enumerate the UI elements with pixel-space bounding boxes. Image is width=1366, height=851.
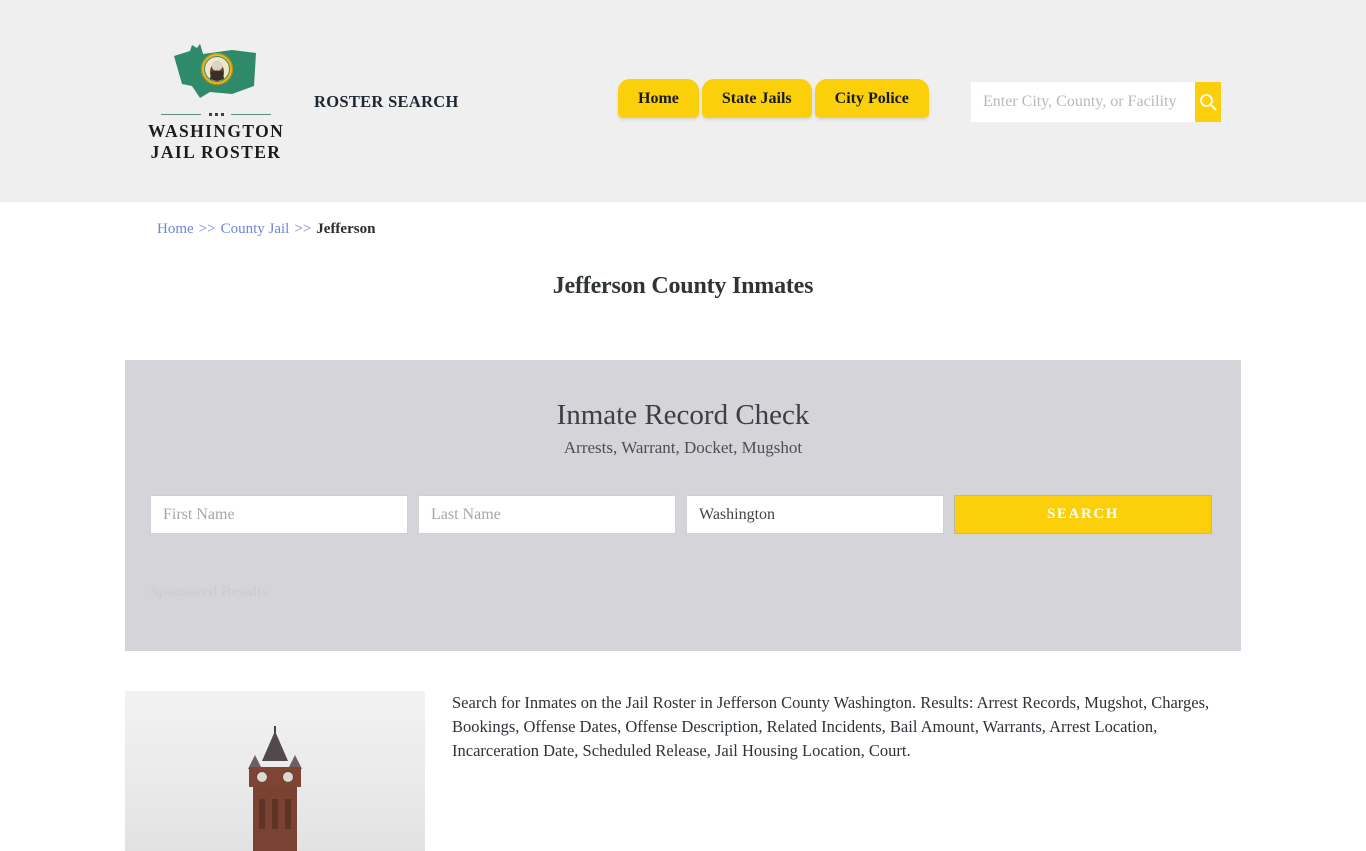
nav-item-city-police[interactable]: City Police bbox=[814, 79, 929, 118]
courthouse-photo bbox=[125, 691, 425, 851]
page-title: Jefferson County Inmates bbox=[552, 273, 814, 299]
last-name-input[interactable] bbox=[418, 495, 676, 534]
nav-item-home[interactable]: Home bbox=[618, 79, 699, 118]
main-navigation: Home State Jails City Police bbox=[618, 79, 932, 118]
page-description: Search for Inmates on the Jail Roster in… bbox=[452, 693, 1210, 760]
nav-item-state-jails[interactable]: State Jails bbox=[701, 79, 812, 118]
breadcrumb-separator: >> bbox=[294, 221, 312, 237]
first-name-input[interactable] bbox=[150, 495, 408, 534]
logo-line-2: JAIL ROSTER bbox=[150, 141, 282, 162]
clock-tower-illustration bbox=[247, 726, 303, 851]
breadcrumb-link-home[interactable]: Home bbox=[157, 221, 194, 237]
logo-divider bbox=[161, 110, 271, 119]
breadcrumb-link-county-jail[interactable]: County Jail bbox=[221, 221, 290, 237]
header-search bbox=[971, 82, 1221, 122]
record-check-form: Washington SEARCH bbox=[150, 495, 1212, 534]
washington-state-flag-icon bbox=[170, 42, 262, 106]
header-search-button[interactable] bbox=[1195, 82, 1221, 122]
site-tagline: ROSTER SEARCH bbox=[314, 92, 459, 111]
record-check-title: Inmate Record Check bbox=[556, 399, 810, 431]
content-section: Search for Inmates on the Jail Roster in… bbox=[125, 691, 1241, 851]
site-header: WASHINGTON JAIL ROSTER ROSTER SEARCH Hom… bbox=[0, 0, 1366, 202]
site-logo[interactable]: WASHINGTON JAIL ROSTER bbox=[148, 42, 284, 162]
breadcrumb-current: Jefferson bbox=[316, 221, 376, 237]
record-check-subtitle: Arrests, Warrant, Docket, Mugshot bbox=[563, 438, 803, 457]
breadcrumb-separator: >> bbox=[198, 221, 216, 237]
search-button[interactable]: SEARCH bbox=[954, 495, 1212, 534]
state-select[interactable]: Washington bbox=[686, 495, 944, 534]
header-search-input[interactable] bbox=[971, 82, 1195, 122]
search-icon bbox=[1200, 94, 1217, 111]
inmate-record-check-panel: Inmate Record Check Arrests, Warrant, Do… bbox=[125, 360, 1241, 651]
logo-line-1: WASHINGTON bbox=[148, 121, 285, 141]
sponsored-results-label: Sponsored Results bbox=[150, 584, 268, 600]
breadcrumb: Home >> County Jail >> Jefferson bbox=[157, 221, 375, 238]
